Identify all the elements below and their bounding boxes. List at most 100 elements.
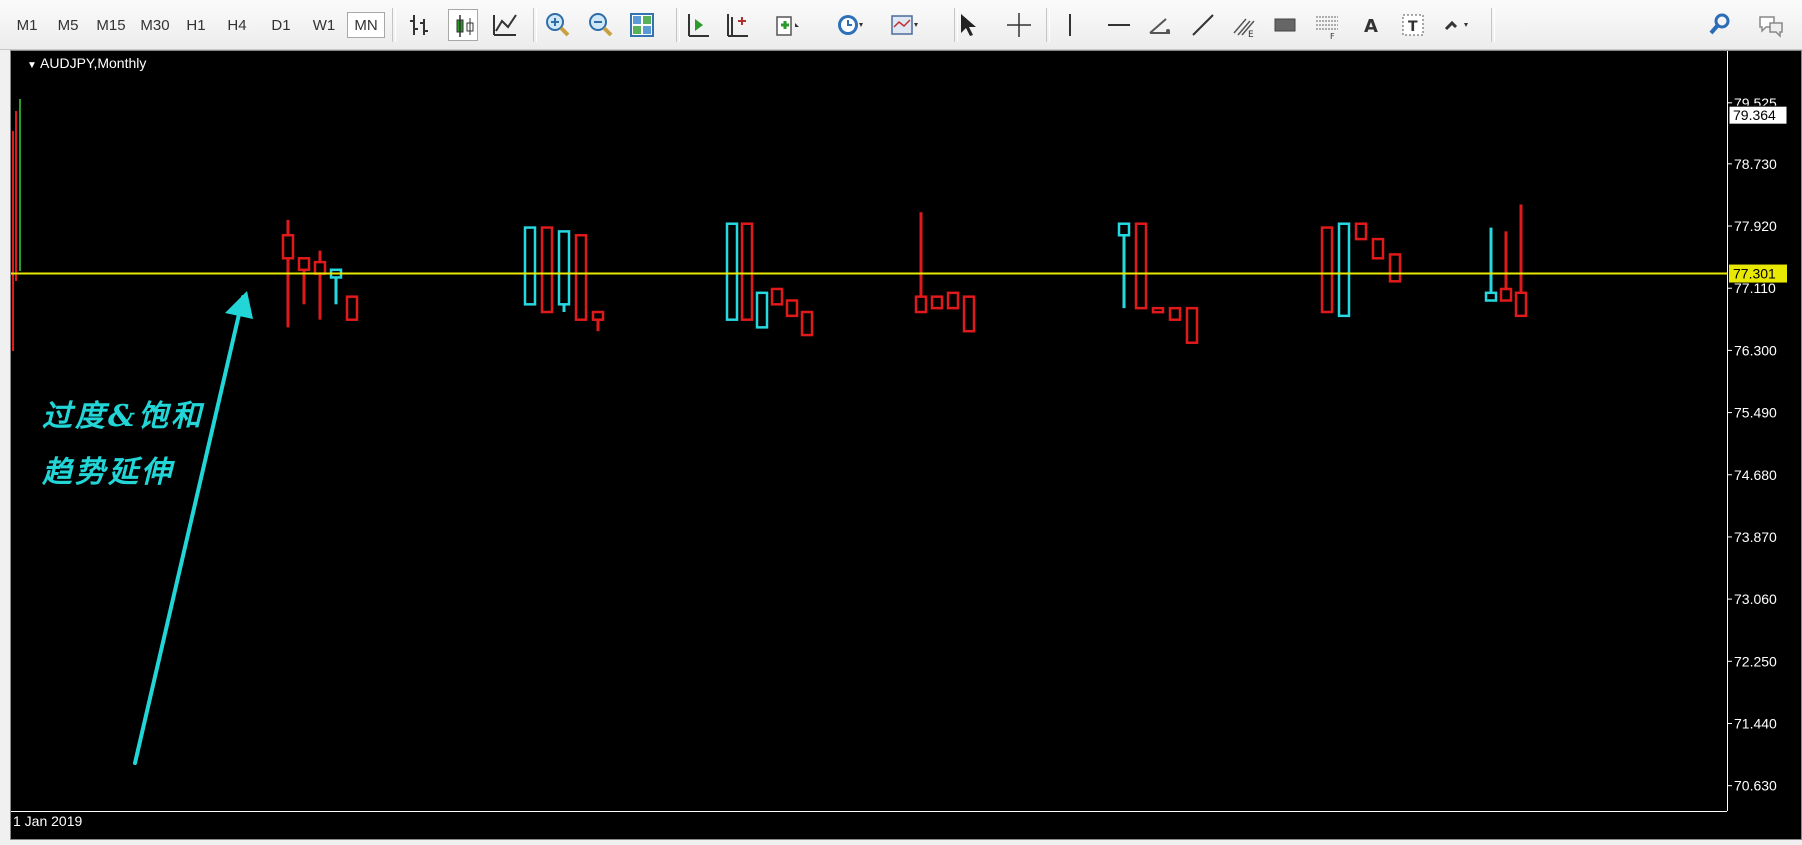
fibonacci-button[interactable]: E xyxy=(1230,9,1260,41)
text-icon: A xyxy=(1364,16,1378,37)
zoom-in-icon xyxy=(546,13,570,37)
timeframe-m15-button[interactable]: M15 xyxy=(92,12,130,38)
zoom-out-button[interactable] xyxy=(585,9,615,41)
autoscroll-icon xyxy=(688,14,709,37)
cursor-icon xyxy=(961,14,976,36)
bar-chart-icon xyxy=(410,15,428,35)
price-tick-label: 76.300 xyxy=(1734,342,1777,358)
annotation-line-2: 趋势延伸 xyxy=(42,455,174,490)
candle-body xyxy=(1337,222,1351,318)
toolbar-separator xyxy=(392,8,396,42)
indicators-icon xyxy=(776,16,799,36)
candlestick-chart-button[interactable] xyxy=(448,9,478,41)
candle-body xyxy=(785,299,799,318)
vertical-line-icon xyxy=(1069,14,1071,36)
fibo-fan-icon: F xyxy=(1316,16,1338,41)
price-tick-label: 77.110 xyxy=(1734,280,1776,296)
line-chart-button[interactable] xyxy=(490,9,520,41)
indicators-button[interactable] xyxy=(773,9,803,41)
zoom-out-icon xyxy=(589,13,613,37)
candle-body xyxy=(297,257,311,272)
candle-body xyxy=(281,233,295,260)
candle-body xyxy=(557,230,571,306)
cursor-button[interactable] xyxy=(952,9,982,41)
annotation-line-1: 过度&饱和 xyxy=(42,399,205,434)
text-label-icon: T xyxy=(1402,14,1424,36)
templates-button[interactable] xyxy=(890,9,920,41)
chart-canvas[interactable]: 79.52578.73077.92077.11076.30075.49074.6… xyxy=(11,51,1801,839)
periods-button[interactable] xyxy=(835,9,865,41)
zoom-in-button[interactable] xyxy=(542,9,572,41)
candle-body xyxy=(725,222,739,321)
chart-window[interactable]: 79.525 78.730 77.920 77.110 76.300 75.490 74.6… xyxy=(10,50,1802,840)
ask-price-label: 79.364 xyxy=(1733,107,1776,123)
text-label-button[interactable]: T xyxy=(1398,9,1428,41)
candle-body xyxy=(962,295,976,333)
candle-body xyxy=(770,287,784,306)
price-tick-label: 72.250 xyxy=(1734,653,1777,669)
candle-body xyxy=(1371,237,1385,260)
candle-body xyxy=(1151,306,1165,314)
candle-body xyxy=(1499,287,1513,302)
toolbar: M1 M5 M15 M30 H1 H4 D1 W1 MN E F A T xyxy=(0,0,1802,50)
timeframe-m1-button[interactable]: M1 xyxy=(10,12,44,38)
templates-icon xyxy=(891,15,918,35)
timeframe-mn-button[interactable]: MN xyxy=(347,12,385,38)
candle-body xyxy=(345,295,359,321)
bar-chart-button[interactable] xyxy=(406,9,436,41)
toolbar-separator xyxy=(1491,8,1495,42)
price-tick-label: 70.630 xyxy=(1734,778,1777,794)
crosshair-icon xyxy=(1007,13,1031,37)
rectangle-icon xyxy=(1274,18,1296,32)
arrows-icon xyxy=(1444,20,1468,31)
candle-body xyxy=(540,226,554,314)
candle-body xyxy=(1354,222,1368,241)
arrows-button[interactable] xyxy=(1440,9,1470,41)
candle-body xyxy=(591,310,605,321)
candle-body xyxy=(313,260,327,275)
horizontal-line-button[interactable] xyxy=(1104,9,1134,41)
price-tick-label: 77.920 xyxy=(1734,218,1777,234)
crosshair-button[interactable] xyxy=(1004,9,1034,41)
candlestick-chart-icon xyxy=(456,15,474,37)
candle-body xyxy=(1185,306,1199,344)
price-tick-label: 74.680 xyxy=(1734,467,1777,483)
timeframe-w1-button[interactable]: W1 xyxy=(306,12,342,38)
autoscroll-button[interactable] xyxy=(683,9,713,41)
chart-shift-button[interactable] xyxy=(722,9,752,41)
candle-body xyxy=(523,226,537,306)
candle-body xyxy=(946,291,960,310)
candle-body xyxy=(914,295,928,314)
dropdown-triangle-icon[interactable]: ▼ xyxy=(27,60,37,71)
price-tick-label: 75.490 xyxy=(1734,405,1777,421)
timeframe-h4-button[interactable]: H4 xyxy=(220,12,254,38)
search-icon xyxy=(1709,13,1730,35)
periods-icon xyxy=(838,15,863,35)
chart-symbol-label[interactable]: ▼ AUDJPY,Monthly xyxy=(27,55,146,71)
timeframe-m30-button[interactable]: M30 xyxy=(135,12,175,38)
tile-windows-button[interactable] xyxy=(627,9,657,41)
text-button[interactable]: A xyxy=(1356,9,1386,41)
vertical-line-button[interactable] xyxy=(1055,9,1085,41)
date-axis-label: 1 Jan 2019 xyxy=(13,813,83,829)
timeframe-m5-button[interactable]: M5 xyxy=(50,12,86,38)
candle-body xyxy=(574,233,588,321)
chat-button[interactable] xyxy=(1756,9,1786,41)
symbol-text: AUDJPY,Monthly xyxy=(40,55,147,71)
candle-body xyxy=(930,295,944,310)
trendline-button[interactable] xyxy=(1188,9,1218,41)
rectangle-button[interactable] xyxy=(1270,9,1300,41)
timeframe-h1-button[interactable]: H1 xyxy=(180,12,212,38)
candle-body xyxy=(1168,306,1182,321)
fibo-fan-button[interactable]: F xyxy=(1312,9,1342,41)
price-tick-label: 78.730 xyxy=(1734,156,1777,172)
trendline-icon xyxy=(1192,14,1214,36)
fibonacci-icon: E xyxy=(1233,18,1255,40)
candle-body xyxy=(1117,222,1131,237)
search-button[interactable] xyxy=(1705,9,1735,41)
angle-trendline-button[interactable] xyxy=(1146,9,1176,41)
price-tick-label: 73.870 xyxy=(1734,529,1777,545)
chat-icon xyxy=(1759,16,1783,38)
timeframe-d1-button[interactable]: D1 xyxy=(263,12,299,38)
candle-body xyxy=(740,222,754,321)
